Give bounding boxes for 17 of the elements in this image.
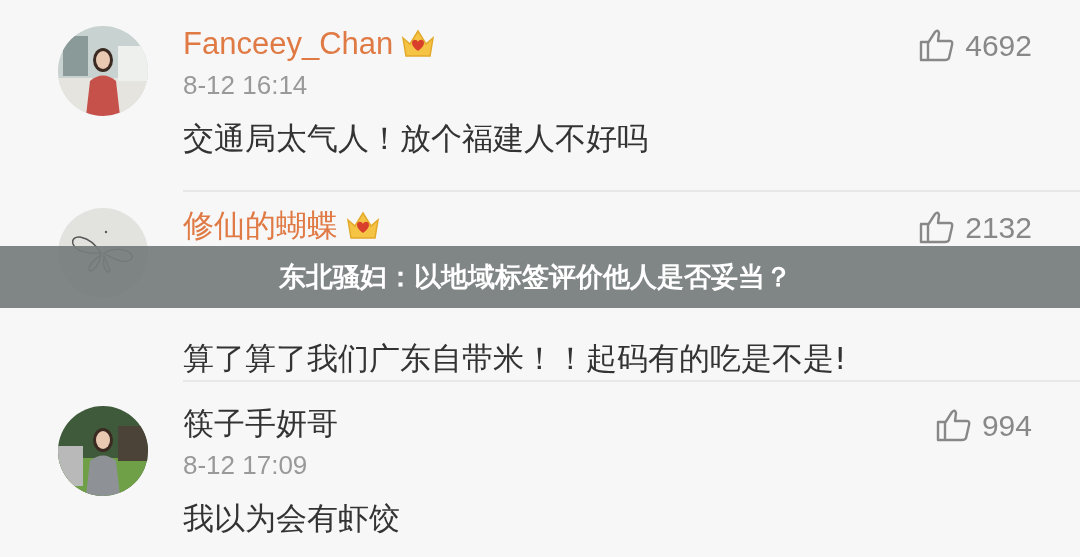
crown-icon [346, 210, 380, 242]
user-name[interactable]: Fanceey_Chan [183, 27, 394, 61]
user-name[interactable]: 修仙的蝴蝶 [183, 209, 338, 243]
like-count: 2132 [965, 210, 1032, 246]
thumbs-up-icon[interactable] [919, 210, 956, 244]
banner-title: 东北骚妇：以地域标签评价他人是否妥当？ [278, 260, 792, 294]
comment-time: 8-12 16:14 [183, 69, 309, 102]
comment-time: 8-12 17:09 [183, 449, 309, 482]
comment-text: 我以为会有虾饺 [183, 499, 401, 538]
crown-icon [401, 28, 436, 60]
comment-text: 交通局太气人！放个福建人不好吗 [183, 119, 649, 158]
like-count: 4692 [965, 28, 1032, 64]
like-count: 994 [981, 408, 1032, 444]
thumbs-up-icon[interactable] [935, 408, 972, 442]
comment-text: 算了算了我们广东自带米！！起码有的吃是不是! [183, 339, 848, 378]
user-name[interactable]: 筷子手妍哥 [183, 407, 338, 441]
thumbs-up-icon[interactable] [919, 28, 956, 62]
